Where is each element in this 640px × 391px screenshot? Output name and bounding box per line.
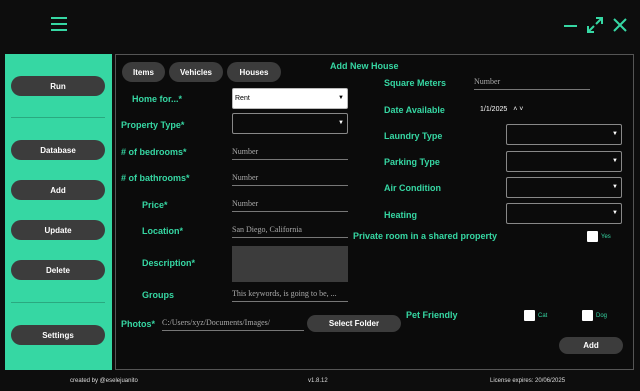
- update-button[interactable]: Update: [11, 220, 105, 240]
- chevron-down-icon: ▼: [338, 95, 344, 101]
- bedrooms-label: # of bedrooms*: [121, 147, 187, 157]
- bathrooms-input[interactable]: Number: [232, 173, 348, 186]
- groups-label: Groups: [142, 290, 175, 300]
- sidebar-divider: [11, 117, 105, 118]
- date-available-label: Date Available: [384, 105, 445, 115]
- minimize-icon[interactable]: [564, 16, 577, 34]
- hamburger-icon[interactable]: [51, 17, 67, 31]
- footer-credit: created by @eselejuanito: [70, 378, 138, 384]
- price-label: Price*: [142, 200, 168, 210]
- sidebar-divider: [11, 302, 105, 303]
- date-spinner-icon[interactable]: ˄ ˅: [513, 106, 523, 113]
- square-meters-label: Square Meters: [384, 78, 447, 88]
- tab-houses[interactable]: Houses: [227, 62, 281, 82]
- groups-input[interactable]: This keywords, is going to be, ...: [232, 289, 348, 302]
- description-textarea[interactable]: [232, 246, 348, 282]
- cat-label: Cat: [538, 313, 548, 319]
- pet-friendly-label: Pet Friendly: [406, 310, 458, 320]
- private-room-label: Private room in a shared property: [353, 231, 498, 241]
- tab-items[interactable]: Items: [122, 62, 165, 82]
- sidebar: Run Database Add Update Delete Settings: [5, 54, 112, 370]
- footer-license: License expires: 20/06/2025: [490, 378, 566, 384]
- home-for-label: Home for...*: [132, 94, 183, 104]
- date-picker[interactable]: 1/1/2025 ˄ ˅: [480, 106, 523, 113]
- chevron-down-icon: ▼: [612, 131, 618, 137]
- maximize-icon[interactable]: [586, 16, 604, 34]
- photos-path-input[interactable]: C:/Users/xyz/Documents/Images/: [162, 318, 304, 331]
- dog-checkbox[interactable]: [582, 310, 593, 321]
- dog-label: Dog: [596, 313, 608, 319]
- tab-vehicles[interactable]: Vehicles: [169, 62, 223, 82]
- home-for-value: Rent: [235, 95, 250, 102]
- heating-label: Heating: [384, 210, 418, 220]
- bathrooms-label: # of bathrooms*: [121, 173, 190, 183]
- add-house-button[interactable]: Add: [559, 337, 623, 354]
- air-condition-label: Air Condition: [384, 183, 441, 193]
- main-panel: Items Vehicles Houses Add New House Home…: [115, 54, 634, 370]
- description-label: Description*: [142, 258, 196, 268]
- air-condition-select[interactable]: ▼: [506, 177, 622, 198]
- private-room-checkbox[interactable]: [587, 231, 598, 242]
- settings-button[interactable]: Settings: [11, 325, 105, 345]
- title-bar: [0, 0, 640, 52]
- form-title: Add New House: [330, 61, 399, 71]
- database-button[interactable]: Database: [11, 140, 105, 160]
- bedrooms-input[interactable]: Number: [232, 147, 348, 160]
- select-folder-button[interactable]: Select Folder: [307, 315, 401, 332]
- property-type-select[interactable]: ▼: [232, 113, 348, 134]
- date-value: 1/1/2025: [480, 106, 508, 113]
- delete-button[interactable]: Delete: [11, 260, 105, 280]
- cat-checkbox[interactable]: [524, 310, 535, 321]
- location-label: Location*: [142, 226, 184, 236]
- footer-version: v1.8.12: [308, 378, 328, 384]
- parking-label: Parking Type: [384, 157, 440, 167]
- location-input[interactable]: San Diego, California: [232, 225, 348, 238]
- heating-select[interactable]: ▼: [506, 203, 622, 224]
- private-room-yes-label: Yes: [601, 234, 611, 240]
- chevron-down-icon: ▼: [612, 158, 618, 164]
- chevron-down-icon: ▼: [612, 184, 618, 190]
- square-meters-input[interactable]: Number: [474, 77, 590, 90]
- laundry-label: Laundry Type: [384, 131, 443, 141]
- add-button[interactable]: Add: [11, 180, 105, 200]
- photos-label: Photos*: [121, 319, 156, 329]
- laundry-select[interactable]: ▼: [506, 124, 622, 145]
- close-icon[interactable]: [612, 16, 628, 34]
- parking-select[interactable]: ▼: [506, 151, 622, 172]
- run-button[interactable]: Run: [11, 76, 105, 96]
- chevron-down-icon: ▼: [338, 120, 344, 126]
- property-type-label: Property Type*: [121, 120, 185, 130]
- home-for-select[interactable]: Rent ▼: [232, 88, 348, 109]
- price-input[interactable]: Number: [232, 199, 348, 212]
- chevron-down-icon: ▼: [612, 210, 618, 216]
